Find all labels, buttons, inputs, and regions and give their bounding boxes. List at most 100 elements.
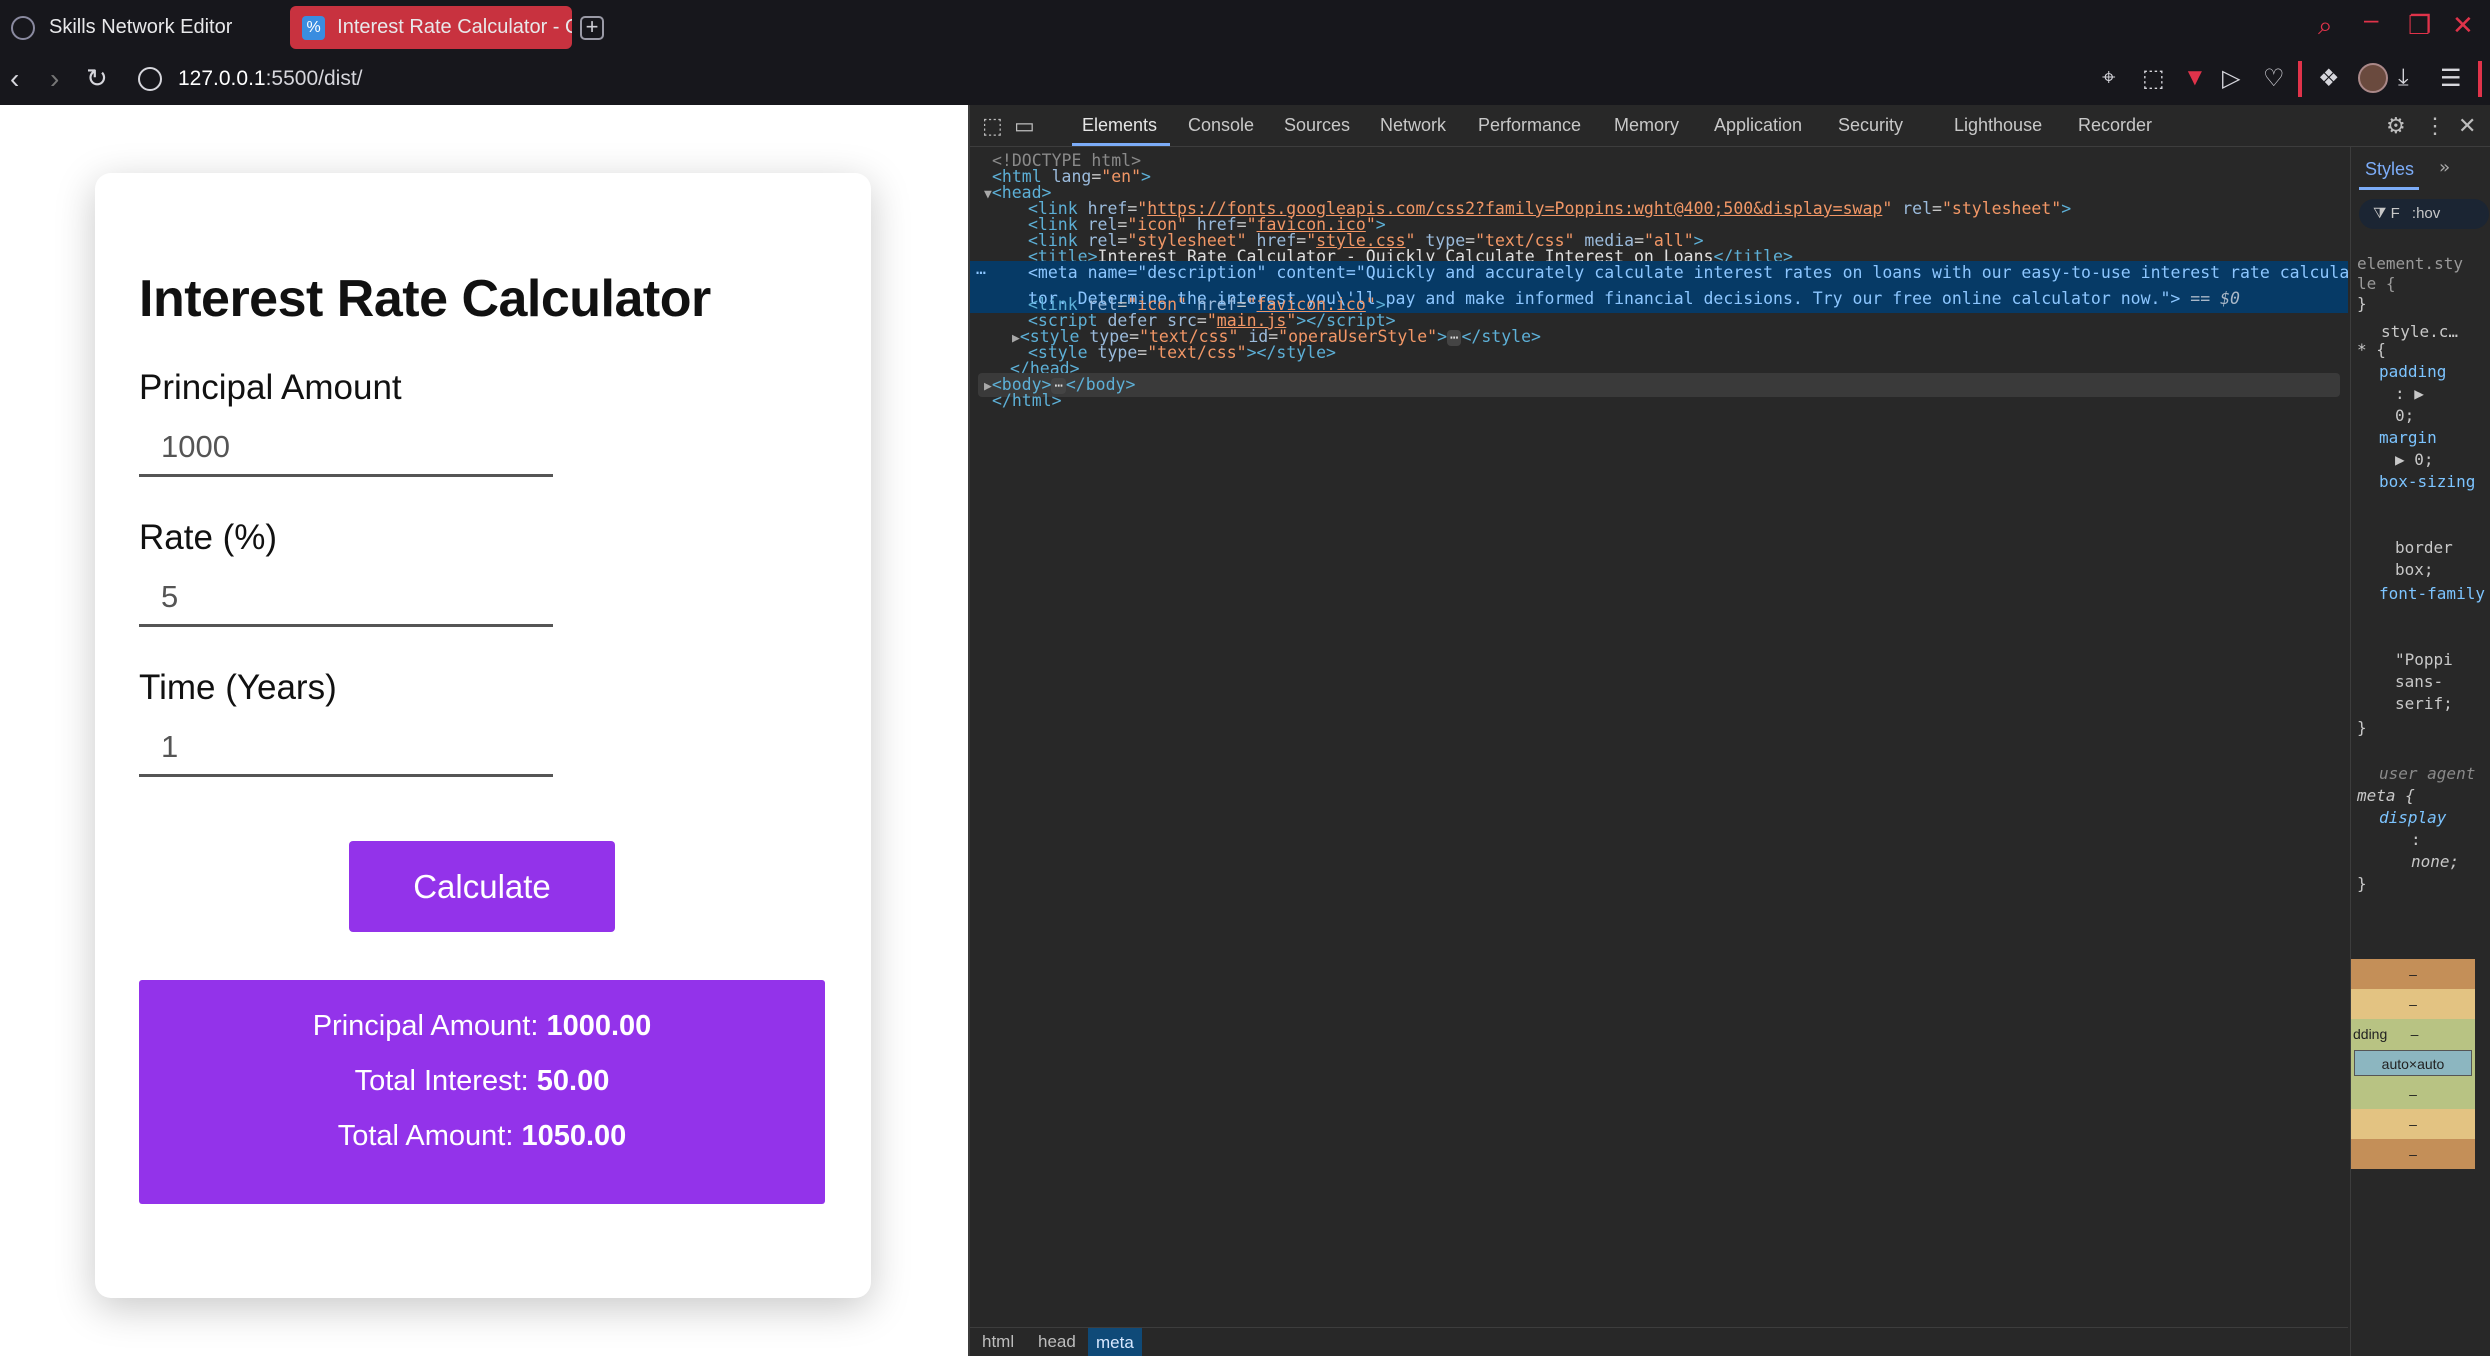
tab-memory[interactable]: Memory <box>1614 115 1679 136</box>
brace: } <box>2357 874 2367 893</box>
box-padding-label: dding – <box>2351 1019 2475 1049</box>
prop-font-family[interactable]: font-family <box>2379 583 2489 605</box>
tab-interest-rate-calculator[interactable]: % Interest Rate Calculator - Q <box>290 6 572 49</box>
meta-content-1: Quickly and accurately calculate interes… <box>1365 263 2350 282</box>
rule-source-link[interactable]: style.c… <box>2381 321 2458 343</box>
page-viewport: Interest Rate Calculator Principal Amoun… <box>0 105 968 1356</box>
result-label: Principal Amount: <box>312 1010 539 1042</box>
download-icon[interactable]: ⤓ <box>2398 64 2409 92</box>
selected-marker: == $0 <box>2190 289 2240 308</box>
margin-value: 0; <box>2414 450 2434 469</box>
ua-prop-value: none; <box>2411 852 2460 871</box>
calculator-card: Interest Rate Calculator Principal Amoun… <box>95 173 871 1298</box>
result-principal: Principal Amount: 1000.00 <box>139 1010 825 1043</box>
prop-box-sizing[interactable]: box-sizing <box>2379 471 2489 493</box>
url-path: :5500/dist/ <box>265 67 363 90</box>
tab-performance[interactable]: Performance <box>1478 115 1581 136</box>
inspect-element-icon[interactable]: ⬚ <box>982 113 1003 139</box>
prop-margin[interactable]: margin <box>2379 427 2437 449</box>
breadcrumb-meta[interactable]: meta <box>1088 1328 1142 1356</box>
principal-input[interactable] <box>139 419 553 477</box>
box-content: auto×auto <box>2354 1050 2472 1076</box>
tab-network[interactable]: Network <box>1380 115 1446 136</box>
extensions-icon[interactable]: ❖ <box>2318 64 2340 93</box>
restore-button[interactable]: ❐ <box>2408 10 2431 41</box>
devtools-toolbar: ⬚ ▭ Elements Console Sources Network Per… <box>970 105 2490 147</box>
prop-box-sizing-value[interactable]: border box; <box>2395 537 2490 581</box>
box-border-top: – <box>2351 989 2475 1019</box>
separator <box>2478 61 2482 97</box>
url-field[interactable]: 127.0.0.1:5500/dist/ <box>178 67 363 91</box>
skills-network-icon <box>11 15 35 40</box>
time-input[interactable] <box>139 719 553 777</box>
result-label: Total Interest: <box>354 1065 529 1097</box>
result-value: 1050.00 <box>521 1120 627 1152</box>
body-row-highlight <box>978 373 2340 397</box>
avatar[interactable] <box>2358 63 2388 93</box>
tab-lighthouse[interactable]: Lighthouse <box>1954 115 2042 136</box>
search-icon[interactable]: ⌕ <box>2318 10 2333 42</box>
principal-label: Principal Amount <box>139 368 402 407</box>
tab-sources[interactable]: Sources <box>1284 115 1350 136</box>
time-label: Time (Years) <box>139 668 337 707</box>
padding-label: dding <box>2353 1026 2388 1042</box>
rate-input[interactable] <box>139 569 553 627</box>
tab-recorder[interactable]: Recorder <box>2078 115 2152 136</box>
result-value: 1000.00 <box>546 1010 652 1042</box>
breadcrumb-html[interactable]: html <box>982 1332 1014 1352</box>
brace: } <box>2357 718 2367 737</box>
page-title: Interest Rate Calculator <box>139 270 711 328</box>
ellipsis-icon: ⋯ <box>976 263 986 282</box>
snapshot-icon[interactable]: ⬚ <box>2142 64 2165 93</box>
elements-tree: <!DOCTYPE html> <html lang="en"> ▼<head>… <box>970 147 2350 1327</box>
minimize-button[interactable]: – <box>2364 4 2378 35</box>
pin-icon[interactable]: ⌖ <box>2102 64 2116 92</box>
close-window-button[interactable]: ✕ <box>2452 10 2474 41</box>
tab-console[interactable]: Console <box>1188 115 1254 136</box>
settings-icon[interactable]: ⚙ <box>2386 113 2406 139</box>
ua-prop-display: display <box>2379 808 2447 827</box>
url-host: 127.0.0.1 <box>178 67 266 90</box>
more-tabs-icon[interactable]: » <box>2439 157 2450 179</box>
address-bar: ‹ › ↻ 127.0.0.1:5500/dist/ ⌖ ⬚ ▼ ▷ ♡ ❖ ⤓… <box>0 55 2490 105</box>
user-agent-label: user agent <box>2379 764 2476 783</box>
back-icon[interactable]: ‹ <box>10 63 19 95</box>
element-style-brace: le { <box>2357 274 2396 293</box>
result-panel: Principal Amount: 1000.00 Total Interest… <box>139 980 825 1204</box>
prop-font-family-value[interactable]: "Poppi sans-serif; <box>2395 649 2490 715</box>
close-devtools-icon[interactable]: ✕ <box>2458 113 2476 139</box>
element-style-selector: element.sty <box>2357 254 2463 273</box>
separator <box>2298 61 2302 97</box>
styles-tab-indicator <box>2359 187 2419 190</box>
tab-skills-network-editor[interactable]: Skills Network Editor <box>8 6 280 49</box>
ua-meta-selector: meta { <box>2357 786 2415 805</box>
globe-icon <box>138 67 162 91</box>
padding-dash: – <box>2410 1026 2419 1042</box>
hov-toggle[interactable]: :hov <box>2412 205 2440 222</box>
play-icon[interactable]: ▷ <box>2222 64 2240 93</box>
new-tab-button[interactable]: + <box>580 16 604 40</box>
tab-application[interactable]: Application <box>1714 115 1802 136</box>
calculate-button[interactable]: Calculate <box>349 841 615 932</box>
result-interest: Total Interest: 50.00 <box>139 1065 825 1098</box>
menu-icon[interactable]: ☰ <box>2440 64 2462 93</box>
box-content-row: auto×auto <box>2351 1049 2475 1079</box>
tab-elements[interactable]: Elements <box>1082 115 1157 136</box>
result-value: 50.00 <box>536 1065 610 1097</box>
pocket-icon[interactable]: ▼ <box>2183 64 2207 92</box>
device-toggle-icon[interactable]: ▭ <box>1014 113 1035 139</box>
prop-padding-value[interactable]: 0; <box>2395 405 2414 427</box>
active-tab-indicator <box>1072 143 1170 146</box>
breadcrumb-head[interactable]: head <box>1038 1332 1076 1352</box>
reload-icon[interactable]: ↻ <box>86 63 108 94</box>
more-options-icon[interactable]: ⋮ <box>2424 113 2446 139</box>
meta-line-1: <meta name="description" content="Quickl… <box>1028 263 2350 282</box>
forward-icon[interactable]: › <box>50 63 59 95</box>
prop-padding[interactable]: padding <box>2379 361 2446 383</box>
tab-security[interactable]: Security <box>1838 115 1903 136</box>
heart-icon[interactable]: ♡ <box>2263 64 2285 93</box>
prop-padding-colon: : ▶ <box>2395 384 2424 403</box>
prop-margin-value[interactable]: ▶ 0; <box>2395 449 2434 471</box>
styles-filter-input[interactable]: ⧩ F :hov <box>2359 199 2489 229</box>
styles-tab[interactable]: Styles <box>2365 159 2414 180</box>
